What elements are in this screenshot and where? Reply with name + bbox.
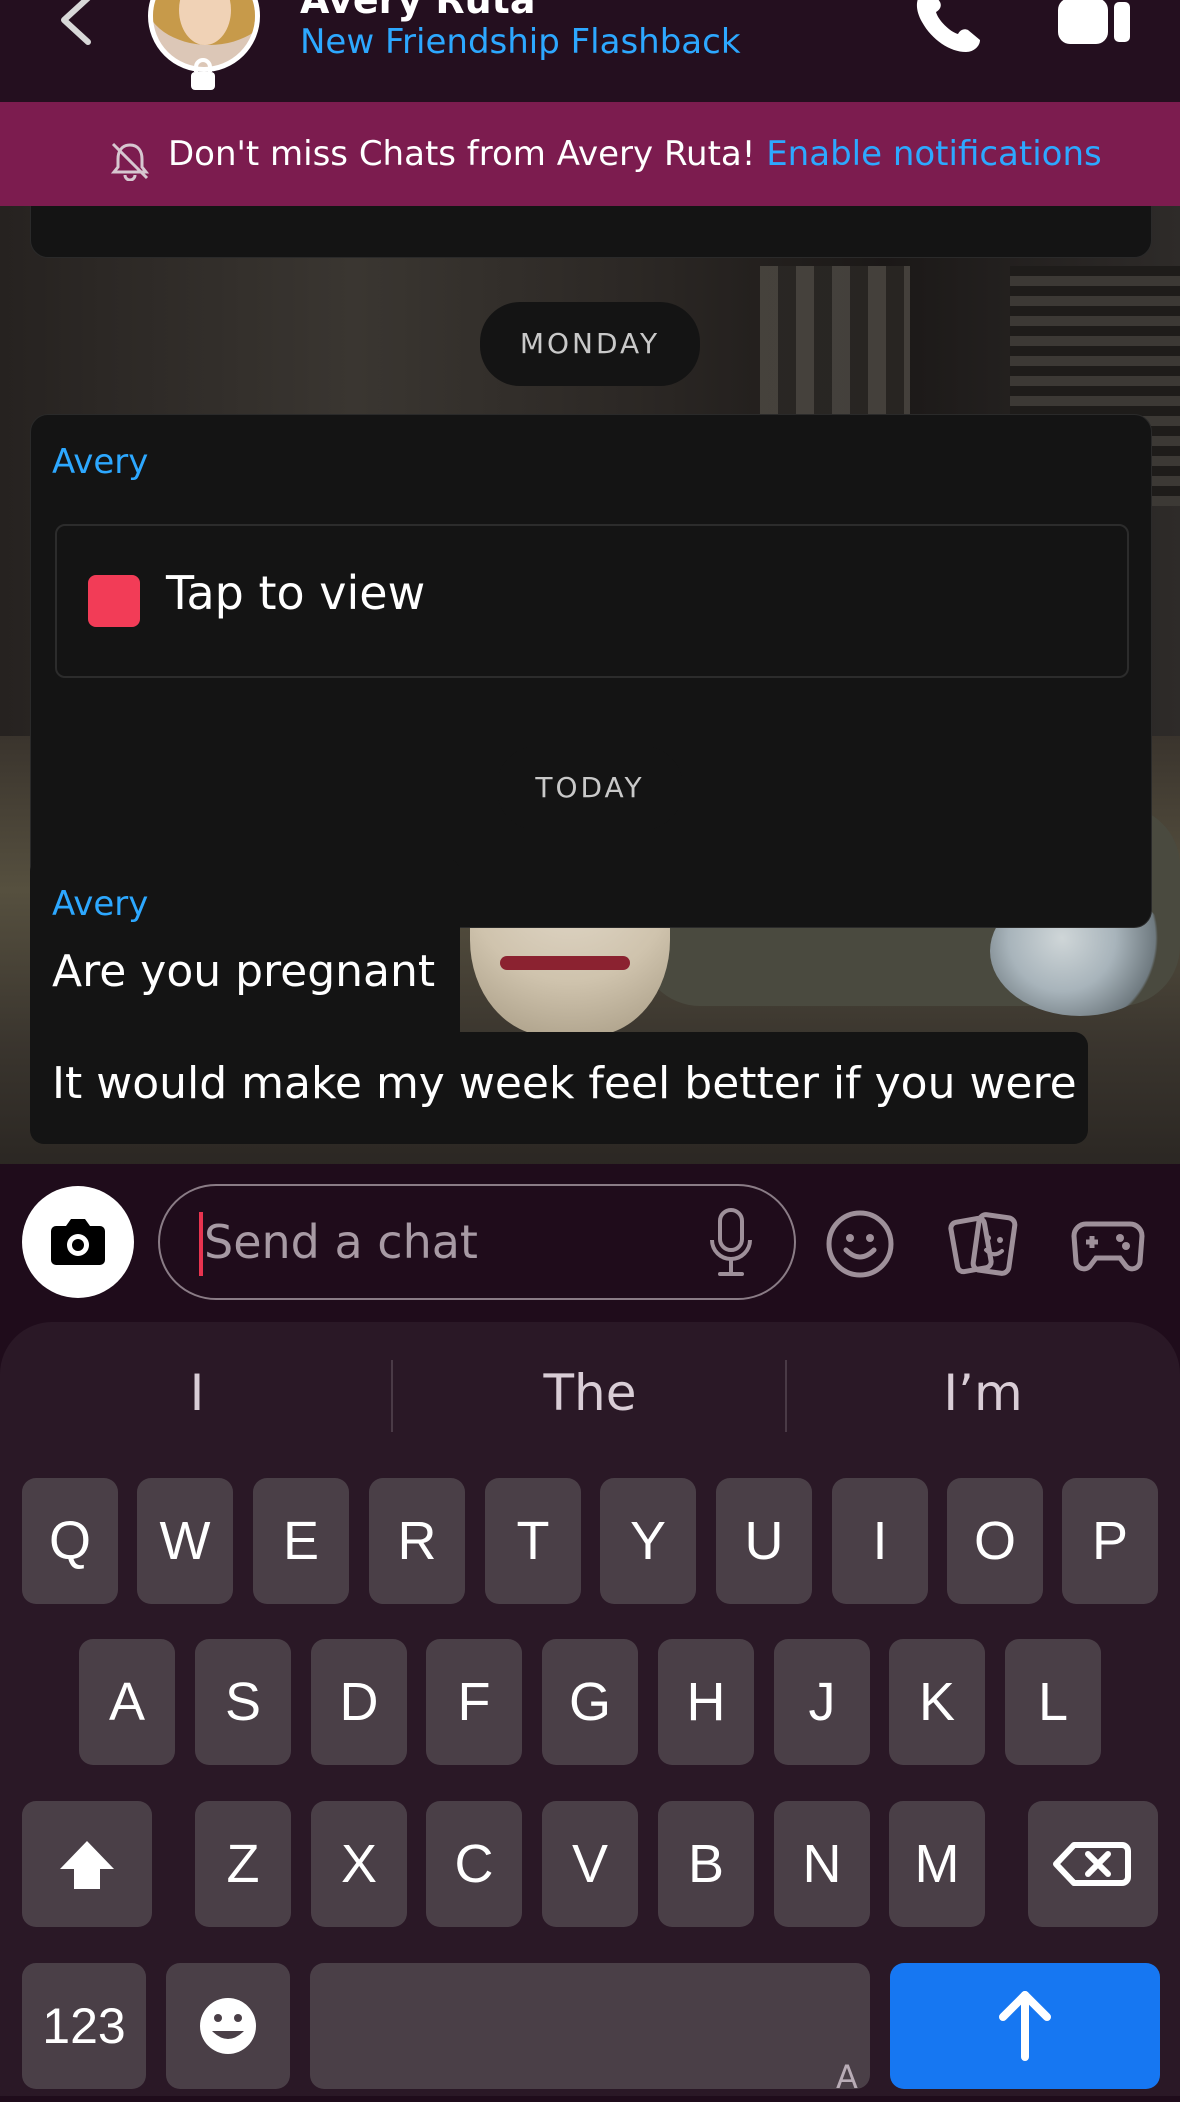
key-e[interactable]: E	[253, 1478, 349, 1604]
key-k[interactable]: K	[889, 1639, 985, 1765]
emoji-keyboard-key[interactable]	[166, 1963, 290, 2089]
camera-button[interactable]	[22, 1186, 134, 1298]
key-t[interactable]: T	[485, 1478, 581, 1604]
suggestion-divider	[785, 1360, 787, 1432]
shift-arrow-icon	[22, 1801, 152, 1927]
chat-area[interactable]: MONDAY Avery Tap to view TODAY Avery Are…	[0, 206, 1180, 1164]
emoji-icon[interactable]	[824, 1208, 896, 1280]
key-a[interactable]: A	[79, 1639, 175, 1765]
shift-key[interactable]	[22, 1801, 152, 1927]
key-x[interactable]: X	[311, 1801, 407, 1927]
key-u[interactable]: U	[716, 1478, 812, 1604]
key-g[interactable]: G	[542, 1639, 638, 1765]
previous-message-card	[30, 206, 1152, 258]
enable-notifications-link[interactable]: Enable notifications	[766, 134, 1102, 174]
key-n[interactable]: N	[774, 1801, 870, 1927]
key-l[interactable]: L	[1005, 1639, 1101, 1765]
day-separator-today: TODAY	[497, 746, 683, 830]
key-h[interactable]: H	[658, 1639, 754, 1765]
snap-square-icon	[88, 575, 140, 627]
key-c[interactable]: C	[426, 1801, 522, 1927]
message-text: It would make my week feel better if you…	[52, 1058, 1077, 1109]
key-m[interactable]: M	[889, 1801, 985, 1927]
backspace-icon	[1028, 1801, 1158, 1927]
key-v[interactable]: V	[542, 1801, 638, 1927]
send-a-chat-input[interactable]	[204, 1210, 684, 1274]
contact-name[interactable]: Avery Ruta	[300, 0, 535, 22]
video-camera-icon[interactable]	[1058, 0, 1132, 48]
sticker-icon[interactable]	[948, 1208, 1020, 1280]
key-i[interactable]: I	[832, 1478, 928, 1604]
suggestion-3[interactable]: I’m	[788, 1364, 1178, 1422]
game-controller-icon[interactable]	[1070, 1208, 1146, 1280]
suggestion-2[interactable]: The	[395, 1364, 785, 1422]
key-j[interactable]: J	[774, 1639, 870, 1765]
text-cursor	[199, 1212, 203, 1276]
key-p[interactable]: P	[1062, 1478, 1158, 1604]
microphone-icon[interactable]	[706, 1208, 756, 1278]
emoji-keyboard-icon	[166, 1963, 290, 2089]
backspace-key[interactable]	[1028, 1801, 1158, 1927]
day-separator-monday: MONDAY	[480, 302, 700, 386]
key-f[interactable]: F	[426, 1639, 522, 1765]
key-z[interactable]: Z	[195, 1801, 291, 1927]
key-y[interactable]: Y	[600, 1478, 696, 1604]
message-sender: Avery	[52, 442, 148, 482]
key-q[interactable]: Q	[22, 1478, 118, 1604]
message-sender: Avery	[52, 884, 148, 924]
message-text: Are you pregnant	[52, 946, 435, 997]
banner-message-text: Don't miss Chats from Avery Ruta!	[168, 134, 755, 174]
back-chevron-icon[interactable]	[50, 0, 110, 54]
key-w[interactable]: W	[137, 1478, 233, 1604]
bell-off-icon	[110, 141, 150, 181]
key-d[interactable]: D	[311, 1639, 407, 1765]
camera-icon	[22, 1186, 134, 1298]
lock-icon	[189, 58, 217, 92]
tap-to-view-label: Tap to view	[166, 566, 425, 620]
phone-icon[interactable]	[910, 0, 990, 58]
key-o[interactable]: O	[947, 1478, 1043, 1604]
key-s[interactable]: S	[195, 1639, 291, 1765]
arrow-up-icon	[890, 1963, 1160, 2089]
send-key[interactable]	[890, 1963, 1160, 2089]
banner-message: Don't miss Chats from Avery Ruta! Enable…	[168, 134, 1102, 174]
suggestion-1[interactable]: I	[2, 1364, 392, 1422]
key-r[interactable]: R	[369, 1478, 465, 1604]
friendship-flashback-link[interactable]: New Friendship Flashback	[300, 22, 741, 62]
space-key-hint: A	[836, 2058, 858, 2096]
space-key[interactable]	[310, 1963, 870, 2089]
suggestion-divider	[391, 1360, 393, 1432]
key-b[interactable]: B	[658, 1801, 754, 1927]
numbers-key[interactable]: 123	[22, 1963, 146, 2089]
